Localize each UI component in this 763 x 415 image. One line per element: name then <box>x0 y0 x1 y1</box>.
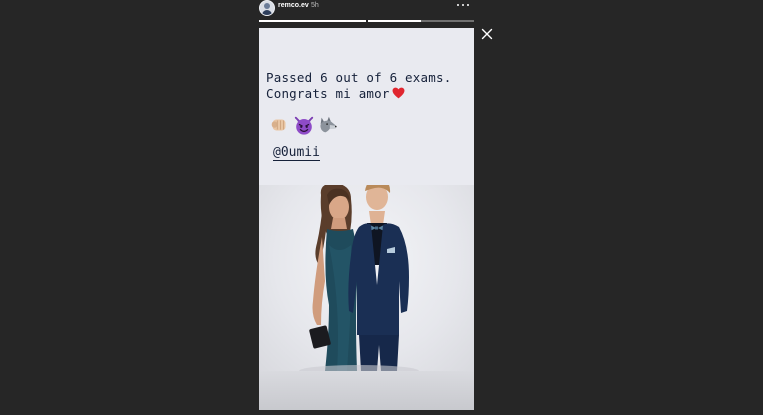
caption-line-1: Passed 6 out of 6 exams. <box>266 70 452 85</box>
photo-floor <box>259 371 474 410</box>
story-caption: Passed 6 out of 6 exams. Congrats mi amo… <box>266 70 451 102</box>
story-progress <box>259 20 474 22</box>
smiling-imp-icon <box>294 116 314 135</box>
heart-icon <box>392 87 405 99</box>
avatar[interactable] <box>259 0 275 16</box>
wolf-icon <box>320 116 337 133</box>
progress-segment[interactable] <box>367 20 474 22</box>
timestamp: 5h <box>311 2 319 9</box>
close-icon[interactable] <box>481 28 493 40</box>
mention-text[interactable]: @0umii <box>273 145 320 161</box>
caption-line-2: Congrats mi amor <box>266 86 390 101</box>
progress-fill <box>367 20 421 22</box>
story-photo <box>259 185 474 371</box>
more-options-icon[interactable] <box>456 0 470 10</box>
user-mention-link[interactable]: @0umii <box>273 145 320 161</box>
story-header: remco.ev 5h <box>259 0 474 24</box>
story-container: remco.ev 5h Passed 6 out of 6 exams. Con… <box>259 0 474 410</box>
username[interactable]: remco.ev <box>278 2 309 9</box>
progress-segment[interactable] <box>259 20 366 22</box>
fist-bump-icon <box>271 119 286 131</box>
emoji-row <box>269 114 339 136</box>
story-viewer: remco.ev 5h Passed 6 out of 6 exams. Con… <box>0 0 763 415</box>
story-content[interactable]: Passed 6 out of 6 exams. Congrats mi amo… <box>259 28 474 410</box>
couple-photo-illustration <box>299 185 419 371</box>
progress-fill <box>259 20 366 22</box>
